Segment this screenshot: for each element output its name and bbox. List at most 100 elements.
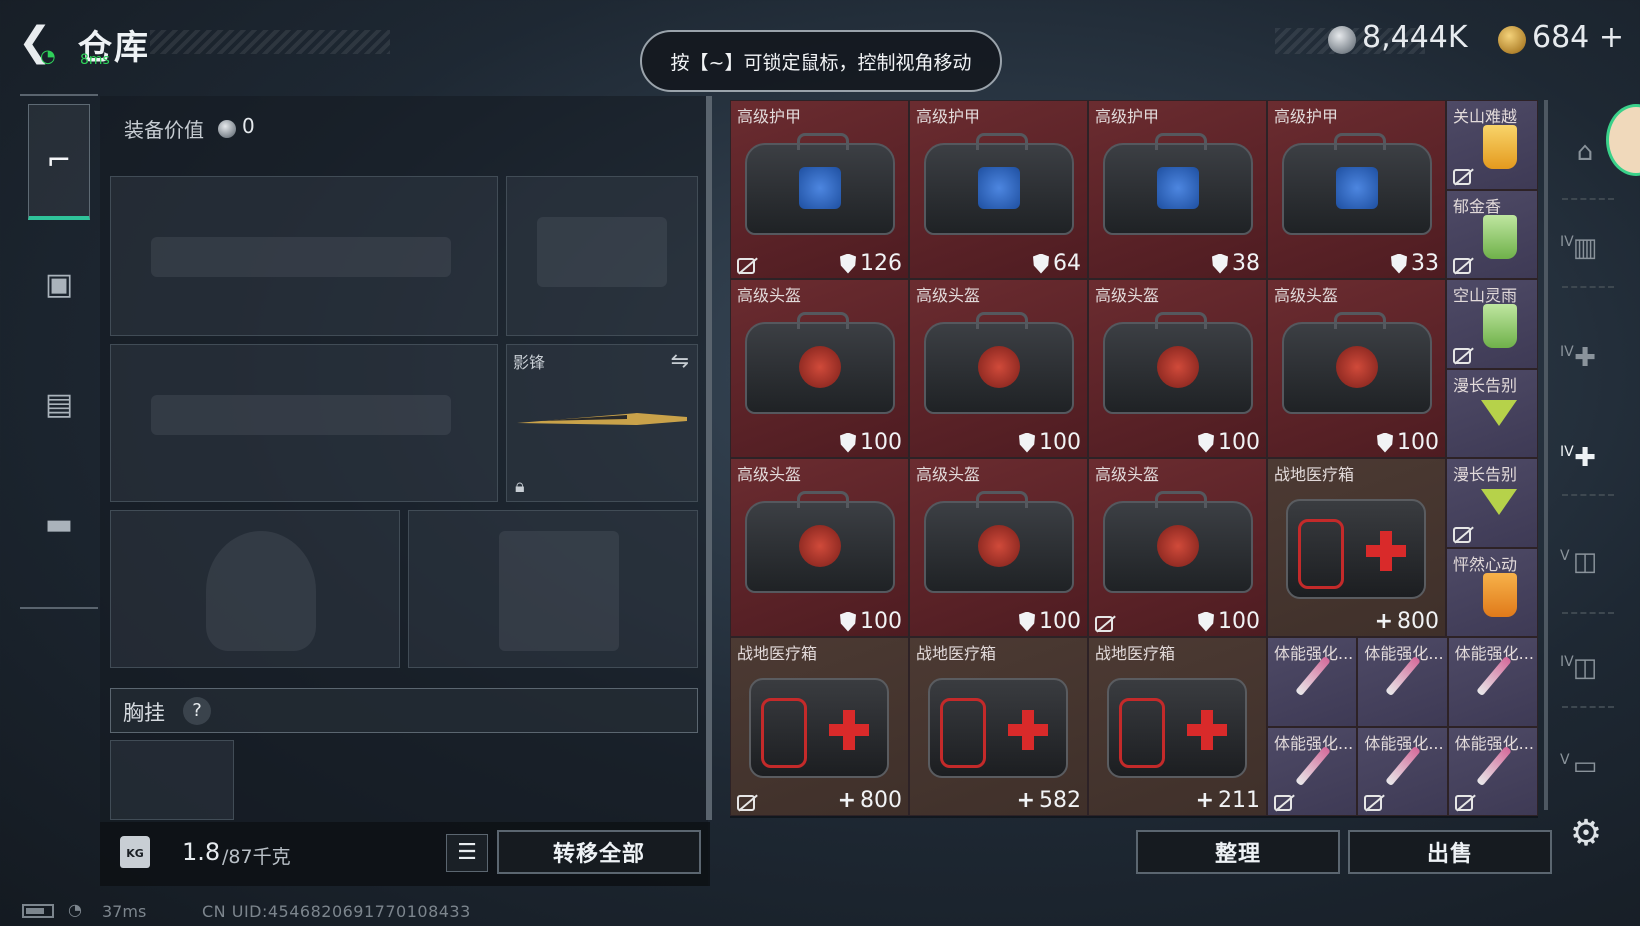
transfer-all-button[interactable]: 转移全部 <box>497 830 701 874</box>
pistol-slot[interactable] <box>506 176 698 336</box>
inventory-item-medkit[interactable]: 战地医疗箱 +800 <box>1267 458 1446 637</box>
secondary-weapon-slot[interactable] <box>110 344 498 502</box>
inventory-item-syringe[interactable]: 体能强化... <box>1357 637 1448 727</box>
item-durability: 100 <box>1019 430 1081 455</box>
drink-icon <box>1481 489 1517 515</box>
tab-backpack[interactable]: ▣ <box>28 226 90 342</box>
armor-slot[interactable] <box>408 510 698 668</box>
inventory-item-drink[interactable]: 空山灵雨 <box>1446 279 1538 369</box>
melee-slot[interactable]: 影锋 ⇋ 🔒︎ <box>506 344 698 502</box>
storage-house-icon[interactable]: ⌂ <box>1560 130 1610 174</box>
red-cross-icon <box>829 710 869 750</box>
item-name: 郁金香 <box>1453 196 1502 216</box>
avatar[interactable] <box>1606 104 1640 176</box>
item-name: 高级护甲 <box>737 107 802 126</box>
sell-button[interactable]: 出售 <box>1348 830 1552 874</box>
item-count-value: 582 <box>1039 788 1081 813</box>
tab-weapons[interactable]: ⌐ <box>28 104 90 220</box>
inventory-item-armor[interactable]: 高级护甲 38 <box>1088 100 1267 279</box>
inventory-item-syringe[interactable]: 体能强化... <box>1447 726 1538 816</box>
gold-amount[interactable]: 684 + <box>1532 20 1624 55</box>
helmet-silhouette-icon <box>206 531 316 651</box>
gear-icon[interactable]: ⚙ <box>1566 814 1606 854</box>
scrollbar-right[interactable] <box>1544 100 1548 810</box>
helmet-bag-icon <box>924 491 1074 593</box>
list-icon: ☰ <box>457 840 477 865</box>
inventory-item-drink[interactable]: 漫长告别 <box>1446 368 1538 458</box>
inventory-item-syringe[interactable]: 体能强化... <box>1357 726 1448 816</box>
inventory-item-drink[interactable]: 郁金香 <box>1446 189 1538 279</box>
tab-vest[interactable]: ▤ <box>28 346 90 462</box>
primary-weapon-slot[interactable] <box>110 176 498 336</box>
item-durability: 38 <box>1212 251 1260 276</box>
heal-plus-icon: + <box>1374 609 1393 634</box>
tab-supplies[interactable]: ▬ <box>28 466 90 582</box>
gold-add-button[interactable]: + <box>1599 20 1624 55</box>
inventory-item-medkit[interactable]: 战地医疗箱 +800 <box>730 637 909 816</box>
inventory-item-helmet[interactable]: 高级头盔 100 <box>730 279 909 458</box>
armor-bag-icon <box>1103 133 1253 235</box>
red-cross-icon <box>1366 531 1406 571</box>
sort-button[interactable]: 整理 <box>1136 830 1340 874</box>
shield-icon <box>1391 253 1407 274</box>
inventory-item-drink[interactable]: 怦然心动 <box>1446 547 1538 637</box>
sidebar-item-medkit-iv[interactable]: ✚ IV <box>1560 336 1610 380</box>
shield-icon <box>1377 432 1393 453</box>
no-drop-icon <box>1454 795 1473 811</box>
inventory-item-armor[interactable]: 高级护甲 126 <box>730 100 909 279</box>
inventory-item-armor[interactable]: 高级护甲 33 <box>1267 100 1446 279</box>
helmet-bag-icon <box>745 312 895 414</box>
inventory-item-syringe[interactable]: 体能强化... <box>1267 726 1358 816</box>
sidebar-item-v[interactable]: ◫ V <box>1560 540 1610 584</box>
silver-coin-icon <box>1328 26 1356 54</box>
footer-ping: 37ms <box>102 902 147 921</box>
ping-indicator: 8ms <box>80 52 110 68</box>
inventory-item-drink[interactable]: 漫长告别 <box>1446 458 1538 548</box>
chest-rig-slot[interactable] <box>110 740 234 820</box>
inventory-item-helmet[interactable]: 高级头盔 100 <box>1267 279 1446 458</box>
inventory-item-helmet[interactable]: 高级头盔 100 <box>730 458 909 637</box>
sidebar-divider <box>1562 706 1614 708</box>
inventory-item-helmet[interactable]: 高级头盔 100 <box>1088 279 1267 458</box>
sidebar-item-v2[interactable]: ▭ V <box>1560 744 1610 788</box>
item-name: 高级头盔 <box>1095 465 1160 484</box>
item-name: 高级头盔 <box>916 286 981 305</box>
help-icon[interactable]: ? <box>183 697 211 725</box>
inventory-item-armor[interactable]: 高级护甲 64 <box>909 100 1088 279</box>
no-drop-icon <box>1274 795 1292 811</box>
sidebar-item-medkit-iv-active[interactable]: ✚ IV <box>1560 436 1610 480</box>
equipment-value: 0 <box>242 114 255 138</box>
inventory-item-syringe[interactable]: 体能强化... <box>1447 637 1538 727</box>
inventory-item-helmet[interactable]: 高级头盔 100 <box>1088 458 1267 637</box>
no-drop-icon <box>1453 168 1471 185</box>
armor-bag-icon <box>745 133 895 235</box>
inventory-item-helmet[interactable]: 高级头盔 100 <box>909 458 1088 637</box>
sidebar-item-folder-iv[interactable]: ▥ IV <box>1560 226 1610 270</box>
inventory-item-drink[interactable]: 关山难越 <box>1446 100 1538 190</box>
bag-patch-icon <box>1157 525 1199 567</box>
bag-patch-icon <box>978 167 1020 209</box>
user-uid: CN UID:4546820691770108433 <box>202 902 471 921</box>
item-name: 战地医疗箱 <box>737 644 818 663</box>
inventory-item-medkit[interactable]: 战地医疗箱 +211 <box>1088 637 1267 816</box>
swap-icon[interactable]: ⇋ <box>671 349 689 374</box>
no-drop-icon <box>737 258 755 274</box>
bag-patch-icon <box>1157 346 1199 388</box>
scrollbar-left[interactable] <box>706 96 712 820</box>
sidebar-item-iv[interactable]: ◫ IV <box>1560 646 1610 690</box>
helmet-slot[interactable] <box>110 510 400 668</box>
pistol-silhouette-icon <box>537 217 667 287</box>
vest-icon: ▤ <box>44 386 74 422</box>
shield-icon <box>840 253 856 274</box>
battery-icon <box>22 904 54 918</box>
inventory-item-helmet[interactable]: 高级头盔 100 <box>909 279 1088 458</box>
chest-rig-label: 胸挂 <box>123 701 165 725</box>
item-name: 怦然心动 <box>1453 554 1518 574</box>
rifle-silhouette-icon <box>151 237 451 277</box>
list-view-button[interactable]: ☰ <box>446 834 488 872</box>
inventory-item-medkit[interactable]: 战地医疗箱 +582 <box>909 637 1088 816</box>
weight-icon: KG <box>120 836 150 868</box>
item-count-value: 100 <box>1039 609 1081 634</box>
inventory-item-syringe[interactable]: 体能强化... <box>1267 637 1358 727</box>
chest-rig-bar[interactable]: 胸挂 ? <box>110 688 698 733</box>
